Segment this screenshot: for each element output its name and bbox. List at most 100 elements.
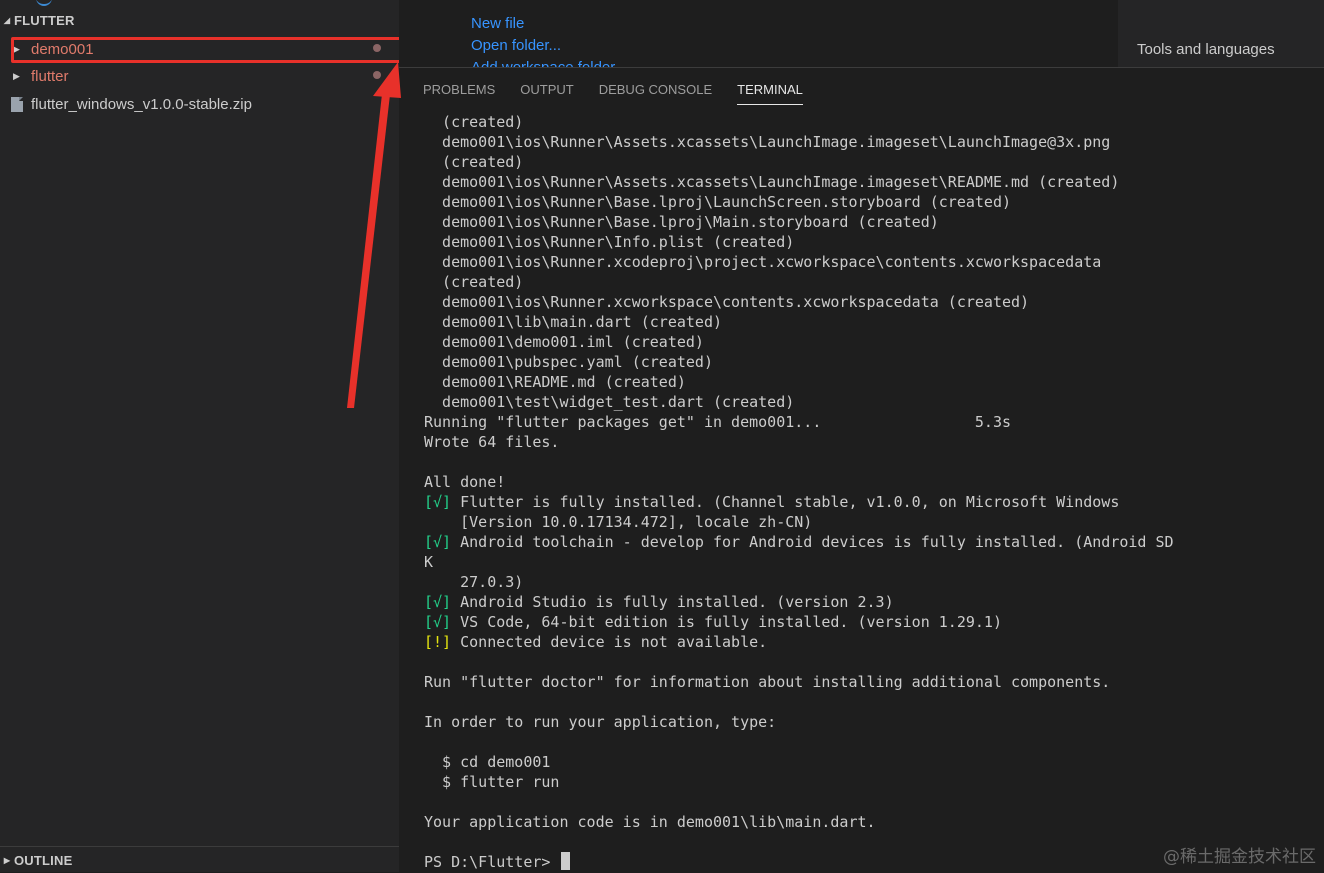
terminal-text: VS Code, 64-bit edition is fully install…: [451, 613, 1002, 631]
terminal-text: demo001\ios\Runner\Info.plist (created): [424, 233, 795, 251]
terminal-text: demo001\ios\Runner\Assets.xcassets\Launc…: [424, 133, 1111, 151]
terminal-line: demo001\pubspec.yaml (created): [424, 352, 1319, 372]
terminal-line: demo001\ios\Runner\Assets.xcassets\Launc…: [424, 172, 1319, 192]
chevron-right-icon: ▶: [13, 70, 20, 81]
tree-item-label: flutter: [31, 67, 69, 85]
chevron-down-icon: ◢: [3, 15, 11, 25]
terminal-line: Run "flutter doctor" for information abo…: [424, 672, 1319, 692]
terminal-text: $ cd demo001: [424, 753, 551, 771]
tools-and-languages-link[interactable]: Tools and languages: [1137, 41, 1275, 58]
modified-dot-icon: [373, 71, 381, 79]
terminal-line: demo001\lib\main.dart (created): [424, 312, 1319, 332]
status-marker: [√]: [424, 613, 452, 631]
terminal-text: Android toolchain - develop for Android …: [451, 533, 1174, 551]
terminal-line: demo001\ios\Runner\Base.lproj\Main.story…: [424, 212, 1319, 232]
terminal-line: [Version 10.0.17134.472], locale zh-CN): [424, 512, 1319, 532]
tab-problems[interactable]: PROBLEMS: [423, 76, 495, 104]
terminal-text: demo001\README.md (created): [424, 373, 686, 391]
terminal-text: In order to run your application, type:: [424, 713, 777, 731]
terminal-line: $ cd demo001: [424, 752, 1319, 772]
terminal-line: demo001\ios\Runner\Base.lproj\LaunchScre…: [424, 192, 1319, 212]
terminal-text: All done!: [424, 473, 506, 491]
outline-title: OUTLINE: [14, 852, 73, 868]
terminal-line: K: [424, 552, 1319, 572]
terminal-text: K: [424, 553, 434, 571]
terminal-line: demo001\test\widget_test.dart (created): [424, 392, 1319, 412]
terminal-text: (created): [424, 113, 524, 131]
terminal-line: demo001\demo001.iml (created): [424, 332, 1319, 352]
status-marker: [√]: [424, 493, 452, 511]
terminal-text: [Version 10.0.17134.472], locale zh-CN): [424, 513, 813, 531]
terminal-line: demo001\ios\Runner\Assets.xcassets\Launc…: [424, 132, 1319, 152]
watermark: @稀土掘金技术社区: [1163, 847, 1316, 867]
new-file-link[interactable]: New file: [471, 15, 524, 32]
terminal-line: $ flutter run: [424, 772, 1319, 792]
terminal-line: [!] Connected device is not available.: [424, 632, 1319, 652]
tree-item-flutter[interactable]: ▶ flutter: [0, 63, 399, 89]
terminal-line: [√] VS Code, 64-bit edition is fully ins…: [424, 612, 1319, 632]
terminal-text: Android Studio is fully installed. (vers…: [451, 593, 894, 611]
bottom-panel: PROBLEMS OUTPUT DEBUG CONSOLE TERMINAL (…: [399, 67, 1324, 873]
terminal-text: demo001\ios\Runner.xcodeproj\project.xcw…: [424, 253, 1102, 271]
terminal-text: $ flutter run: [424, 773, 560, 791]
terminal-text: Your application code is in demo001\lib\…: [424, 813, 876, 831]
terminal-line: 27.0.3): [424, 572, 1319, 592]
terminal-text: (created): [424, 153, 524, 171]
status-marker: [√]: [424, 533, 452, 551]
terminal-text: Wrote 64 files.: [424, 433, 560, 451]
welcome-page: New file Open folder... Add workspace fo…: [399, 0, 1324, 67]
terminal-text: demo001\demo001.iml (created): [424, 333, 704, 351]
status-marker: [√]: [424, 593, 452, 611]
file-icon: [11, 96, 23, 112]
terminal-line: (created): [424, 152, 1319, 172]
panel-tabs: PROBLEMS OUTPUT DEBUG CONSOLE TERMINAL: [423, 76, 803, 106]
terminal-line: Your application code is in demo001\lib\…: [424, 812, 1319, 832]
flutter-section-header[interactable]: ◢ FLUTTER: [0, 7, 399, 33]
terminal-output[interactable]: (created) demo001\ios\Runner\Assets.xcas…: [424, 112, 1319, 872]
open-folder-link[interactable]: Open folder...: [471, 37, 561, 54]
terminal-text: demo001\ios\Runner.xcworkspace\contents.…: [424, 293, 1030, 311]
tab-output[interactable]: OUTPUT: [520, 76, 573, 104]
add-workspace-folder-link[interactable]: Add workspace folder...: [471, 59, 627, 67]
annotation-highlight-box: [11, 37, 404, 63]
app-logo-icon: [36, 0, 52, 6]
terminal-cursor: [561, 852, 571, 870]
section-title: FLUTTER: [14, 12, 75, 28]
terminal-line: (created): [424, 272, 1319, 292]
tree-item-zip-file[interactable]: flutter_windows_v1.0.0-stable.zip: [0, 91, 399, 117]
terminal-text: Connected device is not available.: [451, 633, 768, 651]
terminal-line: demo001\ios\Runner.xcworkspace\contents.…: [424, 292, 1319, 312]
terminal-text: demo001\ios\Runner\Base.lproj\Main.story…: [424, 213, 939, 231]
terminal-text: demo001\pubspec.yaml (created): [424, 353, 713, 371]
tab-debug-console[interactable]: DEBUG CONSOLE: [599, 76, 712, 104]
terminal-line: demo001\README.md (created): [424, 372, 1319, 392]
terminal-line: demo001\ios\Runner.xcodeproj\project.xcw…: [424, 252, 1319, 272]
terminal-text: demo001\ios\Runner\Assets.xcassets\Launc…: [424, 173, 1120, 191]
terminal-text: (created): [424, 273, 524, 291]
terminal-line: Running "flutter packages get" in demo00…: [424, 412, 1319, 432]
status-marker: [!]: [424, 633, 452, 651]
tab-terminal[interactable]: TERMINAL: [737, 76, 803, 105]
terminal-line: [√] Flutter is fully installed. (Channel…: [424, 492, 1319, 512]
terminal-text: demo001\lib\main.dart (created): [424, 313, 723, 331]
terminal-line: demo001\ios\Runner\Info.plist (created): [424, 232, 1319, 252]
terminal-line: [√] Android Studio is fully installed. (…: [424, 592, 1319, 612]
customize-card: Tools and languages: [1118, 0, 1324, 67]
terminal-text: demo001\test\widget_test.dart (created): [424, 393, 795, 411]
terminal-line: In order to run your application, type:: [424, 712, 1319, 732]
tree-item-label: flutter_windows_v1.0.0-stable.zip: [31, 95, 252, 113]
terminal-line: [√] Android toolchain - develop for Andr…: [424, 532, 1319, 552]
terminal-prompt: PS D:\Flutter>: [424, 853, 560, 871]
terminal-text: Run "flutter doctor" for information abo…: [424, 673, 1111, 691]
terminal-text: Flutter is fully installed. (Channel sta…: [451, 493, 1120, 511]
terminal-text: 27.0.3): [424, 573, 524, 591]
explorer-sidebar: ◢ FLUTTER ▶ demo001 ▶ flutter flutter_wi…: [0, 0, 404, 873]
chevron-right-icon: ▶: [3, 855, 11, 865]
terminal-line: All done!: [424, 472, 1319, 492]
outline-section-header[interactable]: ▶ OUTLINE: [0, 846, 399, 873]
